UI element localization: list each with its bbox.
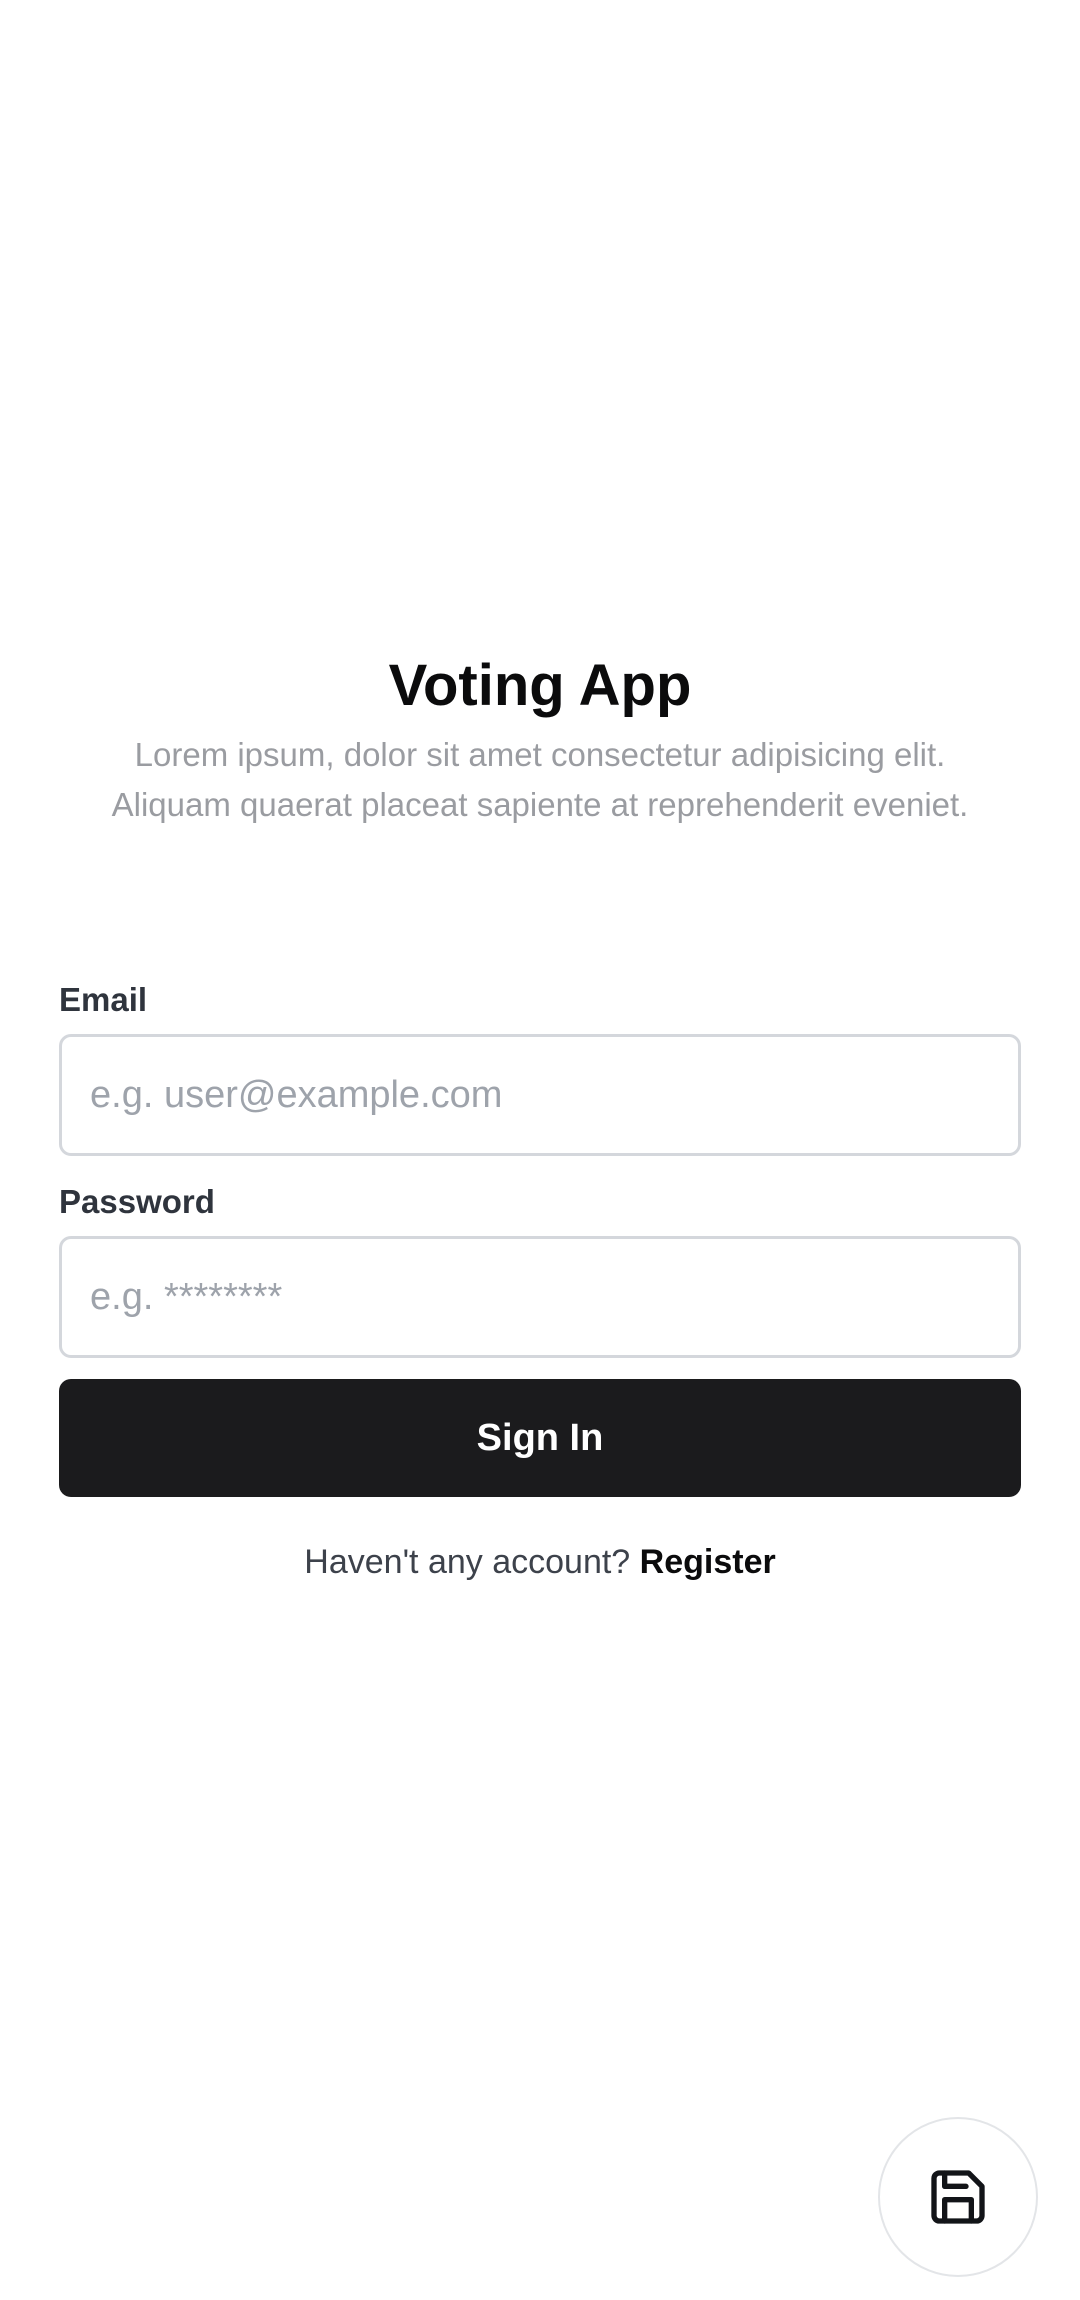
email-input[interactable] [59,1034,1021,1156]
password-field-group: Password [59,1176,1021,1358]
save-icon [931,2170,985,2224]
email-label: Email [59,981,148,1018]
app-title: Voting App [388,653,692,718]
login-screen: Voting App Lorem ipsum, dolor sit amet c… [0,0,1080,2300]
sign-in-button[interactable]: Sign In [59,1379,1021,1497]
register-link[interactable]: Register [640,1543,776,1581]
register-row: Haven't any account? Register [59,1537,1021,1587]
password-label: Password [59,1183,215,1220]
save-fab-button[interactable] [878,2117,1038,2277]
register-prompt: Haven't any account? [304,1543,631,1581]
email-field-group: Email [59,974,1021,1156]
login-header: Voting App Lorem ipsum, dolor sit amet c… [0,650,1080,830]
login-form: Email Password Sign In Haven't any accou… [59,974,1021,1587]
app-subtitle: Lorem ipsum, dolor sit amet consectetur … [111,736,969,823]
password-input[interactable] [59,1236,1021,1358]
